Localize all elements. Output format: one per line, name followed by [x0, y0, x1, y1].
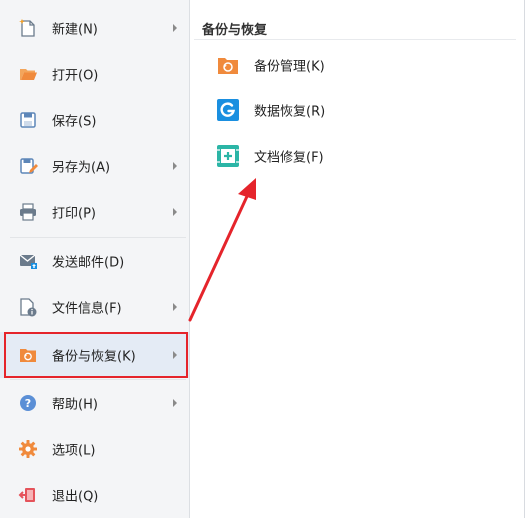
submenu-title: 备份与恢复 — [202, 23, 268, 38]
exit-icon — [18, 488, 35, 502]
menu-item-label: 备份与恢复(K) — [52, 349, 136, 365]
help-icon: ? — [20, 395, 36, 411]
menu-item-send-mail[interactable]: 发送邮件(D) — [0, 238, 189, 284]
menu-item-options[interactable]: 选项(L) — [0, 426, 189, 472]
menu-item-label: 文件信息(F) — [52, 301, 122, 317]
submenu-pane: 备份与恢复 备份管理(K) 数据恢复(R) 文档修复(F) — [190, 0, 525, 518]
menu-item-label: 打印(P) — [52, 206, 96, 222]
chevron-right-icon — [173, 303, 177, 311]
submenu-item-label: 文档修复(F) — [254, 150, 324, 166]
mail-icon — [19, 254, 37, 269]
menu-item-label: 发送邮件(D) — [52, 255, 125, 271]
menu-item-label: 选项(L) — [52, 443, 96, 459]
chevron-right-icon — [173, 399, 177, 407]
backup-manage-icon — [218, 58, 238, 74]
submenu-item-document-repair[interactable]: 文档修复(F) — [200, 136, 500, 176]
document-repair-icon — [217, 145, 239, 167]
chevron-right-icon — [173, 24, 177, 32]
menu-item-new[interactable]: 新建(N) — [0, 5, 189, 51]
folder-open-icon — [20, 69, 37, 80]
menu-item-label: 退出(Q) — [52, 489, 99, 505]
chevron-right-icon — [173, 162, 177, 170]
chevron-right-icon — [173, 208, 177, 216]
menu-item-label: 新建(N) — [52, 22, 98, 38]
backup-folder-icon — [20, 349, 36, 362]
menu-item-open[interactable]: 打开(O) — [0, 51, 189, 97]
submenu-item-label: 数据恢复(R) — [254, 104, 326, 120]
new-document-icon — [19, 19, 35, 37]
chevron-right-icon — [173, 351, 177, 359]
menu-item-label: 打开(O) — [52, 68, 99, 84]
submenu-item-label: 备份管理(K) — [254, 59, 325, 75]
submenu-title-divider — [194, 39, 516, 40]
menu-item-save-as[interactable]: 另存为(A) — [0, 143, 189, 189]
data-recovery-icon — [217, 99, 239, 121]
file-menu-window: 新建(N) 打开(O) 保存(S) 另存为(A) 打印(P) 发送邮件(D) 文… — [0, 0, 525, 518]
menu-item-backup-restore[interactable]: 备份与恢复(K) — [0, 332, 189, 378]
file-info-icon — [20, 298, 37, 317]
menu-item-save[interactable]: 保存(S) — [0, 97, 189, 143]
menu-item-file-info[interactable]: 文件信息(F) — [0, 284, 189, 330]
gear-icon — [19, 440, 37, 458]
file-menu-pane: 新建(N) 打开(O) 保存(S) 另存为(A) 打印(P) 发送邮件(D) 文… — [0, 0, 189, 518]
menu-item-exit[interactable]: 退出(Q) — [0, 472, 189, 518]
menu-item-help[interactable]: ? 帮助(H) — [0, 380, 189, 426]
menu-item-print[interactable]: 打印(P) — [0, 189, 189, 235]
menu-item-label: 帮助(H) — [52, 397, 98, 413]
submenu-item-backup-manage[interactable]: 备份管理(K) — [200, 45, 500, 85]
save-as-icon — [20, 158, 38, 174]
submenu-item-data-recovery[interactable]: 数据恢复(R) — [200, 90, 500, 130]
svg-text:?: ? — [25, 397, 31, 410]
save-icon — [20, 112, 36, 128]
printer-icon — [20, 203, 36, 221]
menu-item-label: 另存为(A) — [52, 160, 111, 176]
menu-item-label: 保存(S) — [52, 114, 97, 130]
